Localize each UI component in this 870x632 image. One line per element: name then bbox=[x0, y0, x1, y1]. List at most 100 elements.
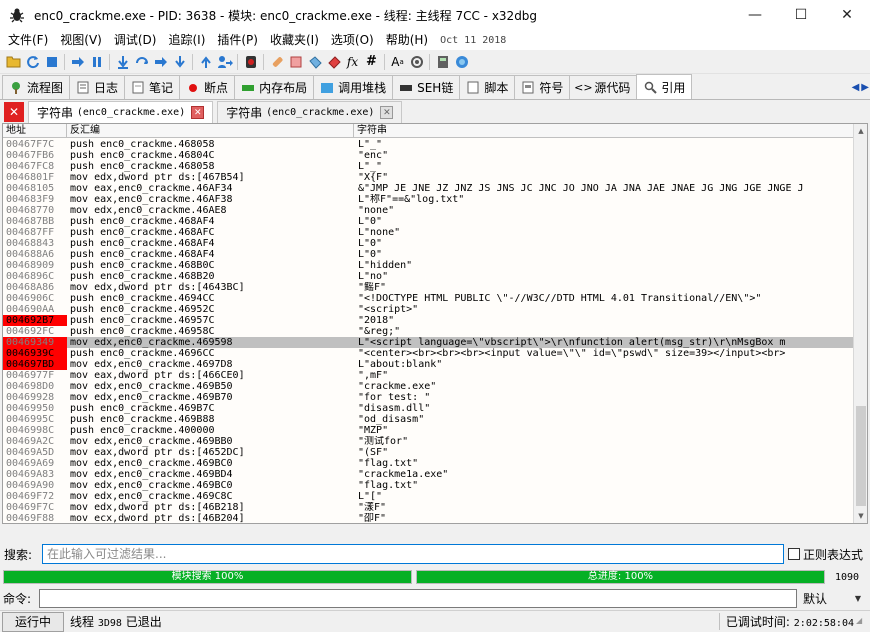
minimize-button[interactable]: — bbox=[732, 0, 778, 30]
tab-script[interactable]: 脚本 bbox=[459, 75, 516, 99]
help-icon[interactable] bbox=[452, 52, 471, 71]
tab-scroll-right-icon[interactable]: ▶ bbox=[860, 82, 870, 93]
scroll-down-icon[interactable]: ▼ bbox=[854, 509, 867, 523]
function-icon[interactable]: fx bbox=[343, 52, 362, 71]
table-row[interactable]: 0046896C push enc0_crackme.468B20 L"no" bbox=[3, 271, 855, 282]
table-row[interactable]: 004683F9 mov eax,enc0_crackme.46AF38 L"称F"… bbox=[3, 194, 855, 205]
step-over-icon[interactable] bbox=[132, 52, 151, 71]
table-row[interactable]: 00467F7C push enc0_crackme.468058 L"_" bbox=[3, 139, 855, 150]
label-icon[interactable] bbox=[305, 52, 324, 71]
table-row[interactable]: 004687FF push enc0_crackme.468AFC L"none" bbox=[3, 227, 855, 238]
vertical-scrollbar[interactable]: ▲ ▼ bbox=[853, 124, 867, 523]
hash-icon[interactable]: # bbox=[362, 52, 381, 71]
close-tab-icon[interactable]: ✕ bbox=[191, 106, 205, 119]
tab-graph[interactable]: 流程图 bbox=[2, 75, 71, 99]
run-icon[interactable] bbox=[68, 52, 87, 71]
pause-icon[interactable] bbox=[87, 52, 106, 71]
tab-call-stack[interactable]: 调用堆栈 bbox=[313, 75, 394, 99]
search-input[interactable] bbox=[42, 544, 784, 564]
stop-icon[interactable] bbox=[42, 52, 61, 71]
tab-symbols[interactable]: 符号 bbox=[514, 75, 571, 99]
table-row[interactable]: 004688A6 push enc0_crackme.468AF4 L"0" bbox=[3, 249, 855, 260]
patch-icon[interactable] bbox=[267, 52, 286, 71]
open-icon[interactable] bbox=[4, 52, 23, 71]
menu-debug[interactable]: 调试(D) bbox=[108, 30, 163, 50]
table-row[interactable]: 00468843 push enc0_crackme.468AF4 L"0" bbox=[3, 238, 855, 249]
menu-file[interactable]: 文件(F) bbox=[2, 30, 54, 50]
tab-scroll-left-icon[interactable]: ◀ bbox=[851, 82, 861, 93]
execute-till-return-icon[interactable] bbox=[196, 52, 215, 71]
table-row[interactable]: 00468A86 mov edx,dword ptr ds:[4643BC] "鳐F… bbox=[3, 282, 855, 293]
menu-options[interactable]: 选项(O) bbox=[325, 30, 380, 50]
maximize-button[interactable]: ☐ bbox=[778, 0, 824, 30]
column-string[interactable]: 字符串 bbox=[354, 124, 855, 138]
table-row[interactable]: 00469950 push enc0_crackme.469B7C "disasm.… bbox=[3, 403, 855, 414]
tab-seh[interactable]: SEH链 bbox=[392, 75, 461, 99]
table-row[interactable]: 00469A90 mov edx,enc0_crackme.469BC0 "flag… bbox=[3, 480, 855, 491]
strings-tab-1[interactable]: 字符串 (enc0_crackme.exe) ✕ bbox=[28, 101, 214, 123]
table-row[interactable]: 00467FB6 push enc0_crackme.46804C "enc" bbox=[3, 150, 855, 161]
close-tab-icon[interactable]: ✕ bbox=[380, 106, 394, 119]
font-size-subscript: a bbox=[399, 57, 404, 66]
close-button[interactable]: ✕ bbox=[824, 0, 870, 30]
table-row[interactable]: 00467FC8 push enc0_crackme.468058 L"_" bbox=[3, 161, 855, 172]
strings-tab-2[interactable]: 字符串 (enc0_crackme.exe) ✕ bbox=[217, 101, 403, 123]
menu-favourites[interactable]: 收藏夹(I) bbox=[264, 30, 325, 50]
settings-icon[interactable] bbox=[407, 52, 426, 71]
table-row[interactable]: 00469F72 mov edx,enc0_crackme.469C8C L"[" bbox=[3, 491, 855, 502]
table-row[interactable]: 00469A2C mov edx,enc0_crackme.469BB0 "测试fo… bbox=[3, 436, 855, 447]
tab-notes[interactable]: 笔记 bbox=[124, 75, 181, 99]
table-row[interactable]: 0046995C push enc0_crackme.469B88 "od_disa… bbox=[3, 414, 855, 425]
scylla-icon[interactable] bbox=[241, 52, 260, 71]
table-row[interactable]: 00469A69 mov edx,enc0_crackme.469BC0 "flag… bbox=[3, 458, 855, 469]
table-row[interactable]: 0046801F mov edx,dword ptr ds:[467B54] "X{… bbox=[3, 172, 855, 183]
tab-source[interactable]: <> 源代码 bbox=[569, 75, 638, 99]
table-row[interactable]: 004690AA push enc0_crackme.46952C "<script… bbox=[3, 304, 855, 315]
resize-grip-icon[interactable]: ◢ bbox=[856, 616, 868, 628]
table-row[interactable]: 004692B7 push enc0_crackme.46957C "2018" bbox=[3, 315, 855, 326]
table-row[interactable]: 00468770 mov edx,enc0_crackme.46AE8 "none" bbox=[3, 205, 855, 216]
regex-checkbox[interactable] bbox=[788, 548, 800, 560]
table-row[interactable]: 004698D0 mov edx,enc0_crackme.469B50 "crac… bbox=[3, 381, 855, 392]
font-icon[interactable]: Aa bbox=[388, 52, 407, 71]
table-row[interactable]: 00468909 push enc0_crackme.468B0C L"hidden… bbox=[3, 260, 855, 271]
close-all-icon[interactable]: ✕ bbox=[4, 102, 24, 122]
trace-into-icon[interactable] bbox=[151, 52, 170, 71]
step-into-icon[interactable] bbox=[113, 52, 132, 71]
strings-table[interactable]: 地址 反汇编 字符串 00467F7C push enc0_crackme.468… bbox=[2, 123, 868, 524]
table-row[interactable]: 0046939C push enc0_crackme.4696CC "<center… bbox=[3, 348, 855, 359]
table-row[interactable]: 00469A5D mov eax,dword ptr ds:[4652DC] "(S… bbox=[3, 447, 855, 458]
trace-over-icon[interactable] bbox=[170, 52, 189, 71]
command-mode-select[interactable]: 默认 ▼ bbox=[799, 589, 865, 608]
table-row[interactable]: 0046998C push enc0_crackme.400000 "MZP" bbox=[3, 425, 855, 436]
table-row[interactable]: 004687BB push enc0_crackme.468AF4 L"0" bbox=[3, 216, 855, 227]
calculator-icon[interactable] bbox=[433, 52, 452, 71]
restart-icon[interactable] bbox=[23, 52, 42, 71]
run-to-user-code-icon[interactable] bbox=[215, 52, 234, 71]
table-row[interactable]: 00469349 mov edx,enc0_crackme.469598 L"<sc… bbox=[3, 337, 855, 348]
bookmark-icon[interactable] bbox=[324, 52, 343, 71]
table-row[interactable]: 00469928 mov edx,enc0_crackme.469B70 "for … bbox=[3, 392, 855, 403]
menu-view[interactable]: 视图(V) bbox=[54, 30, 108, 50]
table-row[interactable]: 0046977F mov eax,dword ptr ds:[466CE0] ",m… bbox=[3, 370, 855, 381]
scrollbar-thumb[interactable] bbox=[856, 406, 866, 506]
tab-breakpoints[interactable]: 断点 bbox=[179, 75, 236, 99]
table-row[interactable]: 0046906C push enc0_crackme.4694CC "<!DOCTY… bbox=[3, 293, 855, 304]
table-row[interactable]: 00469F88 mov ecx,dword ptr ds:[46B204] "卲F… bbox=[3, 513, 855, 523]
comment-icon[interactable] bbox=[286, 52, 305, 71]
menu-plugins[interactable]: 插件(P) bbox=[211, 30, 264, 50]
table-row[interactable]: 00469A83 mov edx,enc0_crackme.469BD4 "crac… bbox=[3, 469, 855, 480]
command-input[interactable] bbox=[39, 588, 797, 608]
tab-memory-map[interactable]: 内存布局 bbox=[234, 75, 315, 99]
table-row[interactable]: 00468105 mov eax,enc0_crackme.46AF34 &"JMP… bbox=[3, 183, 855, 194]
scroll-up-icon[interactable]: ▲ bbox=[854, 124, 867, 138]
table-row[interactable]: 004692FC push enc0_crackme.46958C "&reg;" bbox=[3, 326, 855, 337]
tab-log[interactable]: 日志 bbox=[69, 75, 126, 99]
tab-references[interactable]: 引用 bbox=[636, 74, 693, 99]
table-row[interactable]: 004697BD mov edx,enc0_crackme.4697D8 L"abo… bbox=[3, 359, 855, 370]
column-address[interactable]: 地址 bbox=[3, 124, 67, 138]
table-row[interactable]: 00469F7C mov edx,dword ptr ds:[46B218] "漾F… bbox=[3, 502, 855, 513]
menu-help[interactable]: 帮助(H) bbox=[380, 30, 434, 50]
menu-trace[interactable]: 追踪(I) bbox=[162, 30, 211, 50]
column-disassembly[interactable]: 反汇编 bbox=[67, 124, 354, 138]
